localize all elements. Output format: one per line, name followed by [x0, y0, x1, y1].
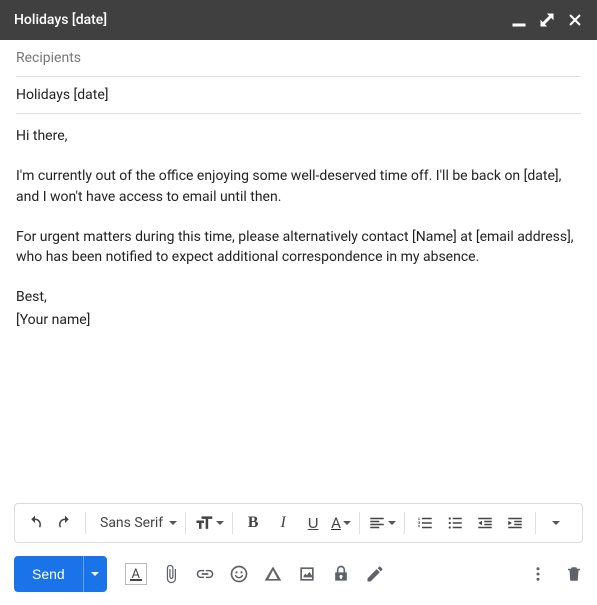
bold-button[interactable]: B: [239, 509, 267, 537]
align-button[interactable]: [366, 514, 398, 532]
compose-titlebar: Holidays [date]: [0, 0, 597, 40]
body-signature-name: [Your name]: [16, 310, 581, 330]
action-bar: Send A: [0, 553, 597, 605]
body-paragraph-1: I'm currently out of the office enjoying…: [16, 166, 581, 207]
body-paragraph-2: For urgent matters during this time, ple…: [16, 227, 581, 268]
text-color-icon: A: [331, 514, 341, 532]
window-title: Holidays [date]: [14, 12, 511, 28]
recipients-field[interactable]: Recipients: [16, 40, 581, 77]
chevron-down-icon: [552, 521, 560, 525]
insert-drive-button[interactable]: [263, 564, 283, 584]
attach-file-button[interactable]: [161, 564, 181, 584]
undo-button[interactable]: [21, 509, 49, 537]
text-color-button[interactable]: A: [329, 514, 353, 532]
send-button[interactable]: Send: [14, 556, 83, 592]
send-group: Send: [14, 556, 107, 592]
chevron-down-icon: [343, 521, 351, 525]
chevron-down-icon: [216, 521, 224, 525]
bold-icon: B: [248, 514, 259, 532]
indent-more-button[interactable]: [501, 509, 529, 537]
chevron-down-icon: [91, 572, 99, 576]
separator: [404, 512, 405, 534]
subject-text: Holidays [date]: [16, 87, 108, 103]
minimize-icon[interactable]: [511, 12, 527, 28]
message-body[interactable]: Hi there, I'm currently out of the offic…: [0, 114, 597, 495]
more-formatting-button[interactable]: [542, 509, 570, 537]
underline-icon: U: [308, 515, 319, 532]
recipients-placeholder: Recipients: [16, 50, 81, 66]
confidential-mode-button[interactable]: [331, 564, 351, 584]
font-family-label: Sans Serif: [100, 515, 163, 531]
window-controls: [511, 12, 583, 28]
redo-button[interactable]: [51, 509, 79, 537]
separator: [359, 512, 360, 534]
separator: [232, 512, 233, 534]
formatting-options-button[interactable]: A: [125, 563, 147, 585]
insert-photo-button[interactable]: [297, 564, 317, 584]
body-signoff: Best,: [16, 287, 581, 307]
header-fields: Recipients Holidays [date]: [0, 40, 597, 114]
numbered-list-button[interactable]: [411, 509, 439, 537]
send-options-button[interactable]: [83, 556, 107, 592]
italic-icon: I: [280, 514, 285, 532]
font-size-select[interactable]: [192, 513, 226, 533]
discard-draft-button[interactable]: [565, 565, 583, 583]
separator: [185, 512, 186, 534]
chevron-down-icon: [169, 521, 177, 525]
compose-right-actions: [529, 565, 583, 583]
compose-action-icons: A: [125, 563, 385, 585]
bulleted-list-button[interactable]: [441, 509, 469, 537]
separator: [85, 512, 86, 534]
font-family-select[interactable]: Sans Serif: [92, 515, 179, 531]
close-icon[interactable]: [567, 12, 583, 28]
format-toolbar: Sans Serif B I U A: [14, 503, 583, 543]
insert-signature-button[interactable]: [365, 564, 385, 584]
expand-icon[interactable]: [539, 12, 555, 28]
insert-emoji-button[interactable]: [229, 564, 249, 584]
more-options-button[interactable]: [529, 565, 547, 583]
indent-less-button[interactable]: [471, 509, 499, 537]
separator: [535, 512, 536, 534]
subject-field[interactable]: Holidays [date]: [16, 77, 581, 114]
underline-button[interactable]: U: [299, 509, 327, 537]
italic-button[interactable]: I: [269, 509, 297, 537]
insert-link-button[interactable]: [195, 564, 215, 584]
chevron-down-icon: [388, 521, 396, 525]
body-greeting: Hi there,: [16, 126, 581, 146]
